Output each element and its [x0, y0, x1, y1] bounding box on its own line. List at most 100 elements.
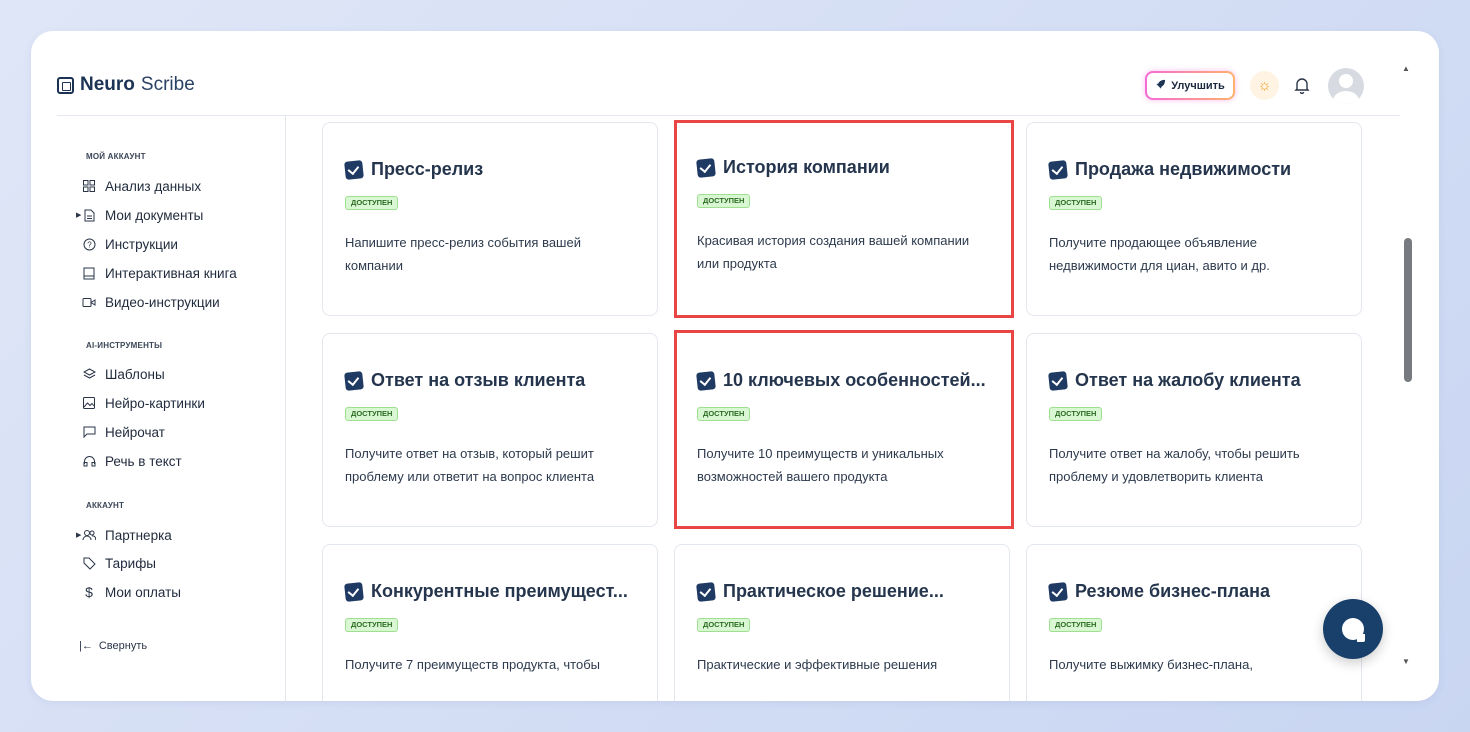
sidebar-item-speech-to-text[interactable]: Речь в текст [82, 452, 182, 470]
templates-grid: Пресс-релиз ДОСТУПЕН Напишите пресс-рели… [287, 117, 1399, 701]
theme-toggle-button[interactable]: ☼ [1250, 71, 1279, 100]
sidebar-item-video-instructions[interactable]: Видео-инструкции [82, 293, 220, 311]
status-badge: ДОСТУПЕН [345, 407, 399, 421]
card-title: Практическое решение... [696, 581, 944, 602]
template-card-real-estate[interactable]: Продажа недвижимости ДОСТУПЕН Получите п… [1026, 122, 1362, 316]
sidebar-item-label: Нейро-картинки [105, 395, 205, 411]
sidebar-item-label: Инструкции [105, 236, 178, 252]
bell-icon [1294, 77, 1310, 94]
card-title: Ответ на жалобу клиента [1048, 370, 1301, 391]
grid-icon [82, 179, 96, 193]
status-badge: ДОСТУПЕН [697, 407, 751, 421]
card-title: Пресс-релиз [344, 159, 484, 180]
card-description: Получите выжимку бизнес-плана, [1049, 657, 1253, 672]
template-card-press-release[interactable]: Пресс-релиз ДОСТУПЕН Напишите пресс-рели… [322, 122, 658, 316]
checkbox-icon [696, 157, 716, 178]
card-title: 10 ключевых особенностей... [696, 370, 986, 391]
sidebar-item-label: Партнерка [105, 527, 172, 543]
sidebar-item-label: Мои документы [105, 207, 204, 223]
sidebar-item-label: Интерактивная книга [105, 265, 237, 281]
template-card-complaint-reply[interactable]: Ответ на жалобу клиента ДОСТУПЕН Получит… [1026, 333, 1362, 527]
tag-icon [82, 556, 96, 570]
template-card-practical-solution[interactable]: Практическое решение... ДОСТУПЕН Практич… [674, 544, 1010, 701]
checkbox-icon [344, 581, 364, 602]
template-card-key-features[interactable]: 10 ключевых особенностей... ДОСТУПЕН Пол… [674, 330, 1014, 529]
sidebar-item-my-documents[interactable]: ▶ Мои документы [76, 206, 204, 224]
app-window: Neuro Scribe Улучшить ☼ МОЙ АККАУНТ Анали… [31, 31, 1439, 701]
checkbox-icon [1048, 159, 1068, 180]
card-title-text: История компании [723, 157, 890, 177]
checkbox-icon [696, 581, 716, 602]
logo-bold-text: Neuro [80, 74, 135, 95]
card-title: Продажа недвижимости [1048, 159, 1292, 180]
card-description: Получите 10 преимуществ и уникальных воз… [697, 446, 944, 484]
card-description: Практические и эффективные решения [697, 657, 938, 672]
status-badge: ДОСТУПЕН [1049, 407, 1103, 421]
sidebar-item-partner[interactable]: ▶ Партнерка [76, 526, 172, 544]
logo[interactable]: Neuro Scribe [57, 74, 195, 96]
chat-icon [82, 425, 96, 439]
status-badge: ДОСТУПЕН [697, 194, 751, 208]
scroll-up-arrow-icon[interactable]: ▲ [1402, 64, 1410, 73]
section-title-ai-tools: AI-ИНСТРУМЕНТЫ [86, 341, 163, 350]
upgrade-button[interactable]: Улучшить [1145, 71, 1235, 100]
notifications-button[interactable] [1292, 75, 1312, 95]
help-icon: ? [82, 237, 96, 251]
sidebar-item-label: Тарифы [105, 555, 157, 571]
template-card-competitive-advantages[interactable]: Конкурентные преимущест... ДОСТУПЕН Полу… [322, 544, 658, 701]
expand-caret-icon: ▶ [76, 532, 82, 539]
card-title: Конкурентные преимущест... [344, 581, 628, 602]
card-title-text: Резюме бизнес-плана [1075, 581, 1270, 601]
checkbox-icon [344, 159, 364, 180]
sidebar-item-label: Видео-инструкции [105, 294, 220, 310]
card-title: Ответ на отзыв клиента [344, 370, 585, 391]
card-title-text: Пресс-релиз [371, 159, 484, 179]
card-description: Получите ответ на жалобу, чтобы решить п… [1049, 446, 1300, 484]
sidebar-item-interactive-book[interactable]: Интерактивная книга [82, 264, 237, 282]
sidebar-item-templates[interactable]: Шаблоны [82, 365, 165, 383]
sidebar-item-neurochat[interactable]: Нейрочат [82, 423, 165, 441]
checkbox-icon [1048, 370, 1068, 391]
rocket-icon [1155, 79, 1166, 93]
status-badge: ДОСТУПЕН [1049, 618, 1103, 632]
dollar-icon: $ [85, 584, 93, 600]
card-description: Получите ответ на отзыв, который решит п… [345, 446, 595, 484]
card-title-text: Ответ на жалобу клиента [1075, 370, 1301, 390]
card-title-text: Конкурентные преимущест... [371, 581, 628, 601]
chat-bubble-icon [1342, 618, 1365, 642]
sidebar: МОЙ АККАУНТ Анализ данных ▶ Мои документ… [57, 116, 286, 701]
sidebar-item-my-payments[interactable]: $ Мои оплаты [82, 583, 181, 601]
card-title: Резюме бизнес-плана [1048, 581, 1270, 602]
card-title-text: Продажа недвижимости [1075, 159, 1292, 179]
expand-caret-icon: ▶ [76, 212, 82, 219]
document-icon [82, 208, 96, 222]
avatar[interactable] [1328, 68, 1364, 104]
svg-text:?: ? [87, 240, 92, 249]
collapse-arrow-icon: |← [79, 640, 93, 652]
section-title-account: АККАУНТ [86, 501, 125, 510]
sidebar-item-data-analysis[interactable]: Анализ данных [82, 177, 201, 195]
status-badge: ДОСТУПЕН [697, 618, 751, 632]
card-description: Получите продающее объявление недвижимос… [1049, 235, 1270, 273]
sidebar-item-label: Анализ данных [105, 178, 202, 194]
collapse-sidebar-button[interactable]: |← Свернуть [79, 640, 147, 652]
sidebar-item-neuro-images[interactable]: Нейро-картинки [82, 394, 205, 412]
sidebar-item-label: Мои оплаты [105, 584, 181, 600]
scroll-down-arrow-icon[interactable]: ▼ [1402, 657, 1410, 666]
card-title-text: Практическое решение... [723, 581, 944, 601]
card-description: Красивая история создания вашей компании… [697, 233, 970, 271]
status-badge: ДОСТУПЕН [345, 196, 399, 210]
support-chat-button[interactable] [1323, 599, 1383, 659]
template-card-business-plan[interactable]: Резюме бизнес-плана ДОСТУПЕН Получите вы… [1026, 544, 1362, 701]
card-description: Напишите пресс-релиз события вашей компа… [345, 235, 581, 273]
template-card-review-reply[interactable]: Ответ на отзыв клиента ДОСТУПЕН Получите… [322, 333, 658, 527]
checkbox-icon [344, 370, 364, 391]
sidebar-item-tariffs[interactable]: Тарифы [82, 554, 156, 572]
template-card-company-history[interactable]: История компании ДОСТУПЕН Красивая истор… [674, 120, 1014, 318]
layers-icon [82, 367, 96, 381]
upgrade-label: Улучшить [1171, 79, 1225, 92]
scrollbar-thumb[interactable] [1404, 238, 1412, 382]
logo-icon [57, 76, 74, 94]
sidebar-item-label: Речь в текст [105, 453, 182, 469]
sidebar-item-instructions[interactable]: ? Инструкции [82, 235, 178, 253]
